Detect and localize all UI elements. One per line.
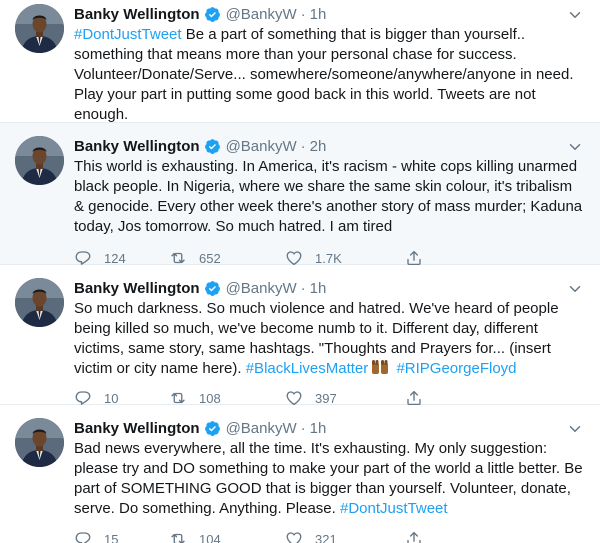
author-name[interactable]: Banky Wellington xyxy=(74,138,200,155)
tweet-text: #DontJustTweet Be a part of something th… xyxy=(74,25,585,125)
like-icon xyxy=(285,530,303,543)
chevron-down-icon[interactable] xyxy=(566,138,584,156)
timestamp[interactable]: 1h xyxy=(310,280,327,297)
retweet-count: 104 xyxy=(199,531,221,543)
reply-count: 15 xyxy=(104,531,119,543)
author-name[interactable]: Banky Wellington xyxy=(74,6,200,23)
tweet[interactable]: Banky Wellington @BankyW · 1h Bad news e… xyxy=(0,405,600,543)
avatar[interactable] xyxy=(15,418,64,467)
reply-icon xyxy=(74,530,92,543)
tweet[interactable]: Banky Wellington @BankyW · 1h #DontJustT… xyxy=(0,0,600,152)
like-count: 1.7K xyxy=(315,250,342,266)
verified-badge-icon xyxy=(204,138,221,155)
retweet-icon xyxy=(169,530,187,543)
tweet-text: So much darkness. So much violence and h… xyxy=(74,299,585,379)
verified-badge-icon xyxy=(204,280,221,297)
share-icon xyxy=(405,530,423,543)
hashtag-link[interactable]: #BlackLivesMatter xyxy=(246,360,369,377)
separator-dot: · xyxy=(300,137,306,155)
author-handle[interactable]: @BankyW xyxy=(226,138,297,155)
reply-button[interactable]: 15 xyxy=(74,530,169,543)
raised-fist-emoji-icon xyxy=(372,360,389,374)
separator-dot: · xyxy=(300,419,306,437)
like-count: 397 xyxy=(315,390,337,406)
author-handle[interactable]: @BankyW xyxy=(226,280,297,297)
reply-count: 10 xyxy=(104,390,119,406)
chevron-down-icon[interactable] xyxy=(566,6,584,24)
tweet-text: This world is exhausting. In America, it… xyxy=(74,158,583,235)
hashtag-link[interactable]: #DontJustTweet xyxy=(74,26,182,43)
timestamp[interactable]: 2h xyxy=(310,138,327,155)
tweet-text: Bad news everywhere, all the time. It's … xyxy=(74,439,585,519)
verified-badge-icon xyxy=(204,6,221,23)
tweet-feed: Banky Wellington @BankyW · 1h #DontJustT… xyxy=(0,0,600,543)
like-button[interactable]: 321 xyxy=(285,530,405,543)
share-button[interactable] xyxy=(405,530,425,543)
like-count: 321 xyxy=(315,531,337,543)
avatar[interactable] xyxy=(15,4,64,53)
timestamp[interactable]: 1h xyxy=(310,420,327,437)
retweet-count: 652 xyxy=(199,250,221,266)
tweet[interactable]: Banky Wellington @BankyW · 2h This world… xyxy=(0,123,600,266)
retweet-button[interactable]: 104 xyxy=(169,530,285,543)
tweet-actions: 15 104 321 xyxy=(74,529,585,543)
hashtag-link[interactable]: #RIPGeorgeFloyd xyxy=(396,360,516,377)
author-handle[interactable]: @BankyW xyxy=(226,6,297,23)
avatar[interactable] xyxy=(15,278,64,327)
author-name[interactable]: Banky Wellington xyxy=(74,280,200,297)
verified-badge-icon xyxy=(204,420,221,437)
avatar[interactable] xyxy=(15,136,64,185)
hashtag-link[interactable]: #DontJustTweet xyxy=(340,500,448,517)
tweet-body: Bad news everywhere, all the time. It's … xyxy=(74,440,583,517)
chevron-down-icon[interactable] xyxy=(566,280,584,298)
reply-count: 124 xyxy=(104,250,126,266)
separator-dot: · xyxy=(300,5,306,23)
chevron-down-icon[interactable] xyxy=(566,420,584,438)
author-handle[interactable]: @BankyW xyxy=(226,420,297,437)
tweet[interactable]: Banky Wellington @BankyW · 1h So much da… xyxy=(0,265,600,406)
retweet-count: 108 xyxy=(199,390,221,406)
author-name[interactable]: Banky Wellington xyxy=(74,420,200,437)
timestamp[interactable]: 1h xyxy=(310,6,327,23)
separator-dot: · xyxy=(300,279,306,297)
